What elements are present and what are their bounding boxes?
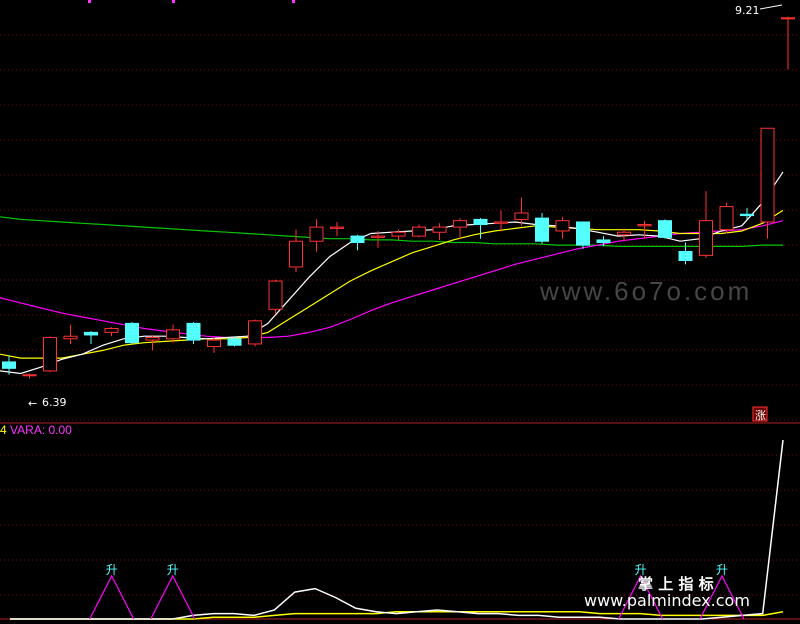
candle — [350, 234, 365, 251]
candle — [555, 216, 570, 239]
signal-label: 升 — [716, 563, 728, 577]
candle-body — [555, 220, 570, 232]
candle-body — [104, 328, 119, 333]
candle-body — [391, 231, 406, 237]
indicator-header: 4 VARA: 0.00 — [0, 423, 72, 437]
candle — [699, 191, 713, 258]
candle-body — [84, 331, 98, 336]
limit-up-badge: 涨 — [752, 406, 768, 422]
candle — [248, 319, 262, 347]
signal-label: 升 — [167, 563, 179, 577]
candle — [535, 212, 549, 244]
moving-average-lines — [0, 171, 784, 375]
candle-body — [678, 251, 693, 261]
grid-lines — [0, 34, 800, 620]
candle — [412, 224, 426, 238]
candle-body — [2, 361, 16, 369]
indicator-prefix: 4 — [0, 423, 7, 437]
stock-chart: 升升升升 9.21 ← 6.39 涨 www.6o7o.com 掌 上 指 标 … — [0, 0, 800, 620]
signal-triangle — [89, 574, 135, 620]
candle — [268, 279, 283, 315]
candle-body — [740, 213, 754, 217]
candle-body — [637, 224, 652, 227]
candle-body — [596, 239, 611, 244]
candle-body — [22, 374, 37, 377]
candle-body — [227, 338, 242, 346]
candle — [617, 228, 631, 242]
candle — [166, 324, 180, 343]
candle-body — [576, 221, 590, 246]
candle-body — [760, 127, 775, 223]
candle-body — [617, 231, 631, 236]
candle-body — [289, 240, 303, 268]
candle — [740, 207, 754, 220]
candle — [104, 327, 119, 337]
candle — [658, 219, 672, 239]
candle — [760, 127, 775, 239]
candle — [453, 218, 467, 239]
candle — [63, 324, 78, 344]
candle — [125, 322, 139, 344]
candle — [473, 218, 488, 239]
candle-body — [514, 212, 529, 220]
indicator-label: VARA: 0.00 — [10, 423, 72, 437]
ma5-line — [0, 171, 784, 375]
high-price-marker: 9.21 — [735, 4, 783, 17]
signal-triangle — [150, 574, 196, 620]
signal-marker: 升 — [89, 563, 135, 620]
candle — [494, 210, 508, 231]
candle-body — [125, 322, 139, 344]
candle-body — [412, 226, 426, 237]
candle-body — [432, 226, 447, 233]
limit-up-text: 涨 — [755, 409, 766, 422]
candle-body — [473, 218, 488, 226]
low-price-arrow: ← — [28, 397, 37, 410]
candle-body — [63, 335, 78, 340]
candle — [576, 221, 590, 249]
signal-label: 升 — [106, 563, 118, 577]
candle — [186, 322, 201, 344]
signal-marker: 升 — [150, 563, 196, 620]
candle-body — [535, 217, 549, 242]
low-price-marker: ← 6.39 — [28, 396, 67, 410]
candle-body — [494, 221, 508, 224]
candle — [719, 202, 734, 234]
candle — [309, 219, 324, 252]
watermark-site2: www.palmindex.com — [584, 591, 750, 610]
candle — [330, 221, 344, 237]
candle — [678, 242, 693, 265]
high-price-label: 9.21 — [735, 4, 760, 17]
top-dots — [88, 0, 295, 3]
candle-body — [268, 280, 283, 310]
candle — [43, 336, 57, 373]
candle — [84, 331, 98, 344]
low-price-label: 6.39 — [42, 396, 67, 409]
candle-body — [453, 220, 467, 228]
candle-body — [781, 17, 795, 20]
candle-body — [43, 337, 57, 372]
candle — [432, 223, 447, 240]
watermark-site1: www.6o7o.com — [539, 276, 752, 306]
candle-body — [719, 206, 734, 231]
candle — [207, 337, 221, 353]
candle-body — [330, 226, 344, 229]
candle-body — [309, 226, 324, 242]
candle — [781, 16, 795, 70]
candle — [514, 197, 529, 226]
candle-body — [371, 235, 385, 238]
candle-body — [658, 220, 672, 238]
candle-body — [166, 329, 180, 340]
candle — [22, 373, 37, 379]
candle-body — [248, 320, 262, 345]
candle-body — [186, 322, 201, 341]
candle-body — [699, 220, 713, 256]
candle-body — [350, 235, 365, 244]
candle-body — [145, 337, 160, 341]
candle-body — [207, 339, 221, 348]
